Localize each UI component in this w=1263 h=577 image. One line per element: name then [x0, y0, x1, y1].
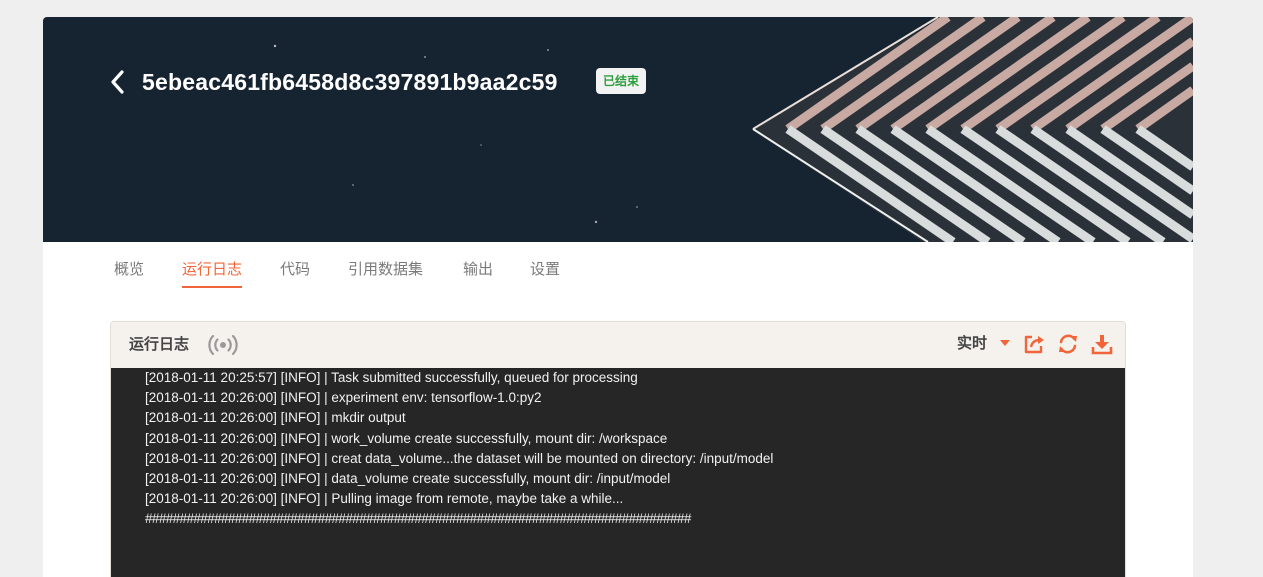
download-icon[interactable] [1091, 333, 1113, 355]
chevron-left-icon [111, 70, 124, 94]
log-panel: 运行日志 实时 [2018-01-11 20:25:57] [INFO] | T… [110, 321, 1126, 577]
experiment-title: 5ebeac461fb6458d8c397891b9aa2c59 [142, 69, 558, 95]
log-line: [2018-01-11 20:26:00] [INFO] | data_volu… [145, 471, 671, 486]
status-badge: 已结束 [596, 68, 647, 94]
share-icon[interactable] [1023, 333, 1045, 355]
tab-bar: 概览 运行日志 代码 引用数据集 输出 设置 [43, 242, 1193, 292]
log-panel-title: 运行日志 [129, 336, 190, 353]
experiment-card: 5ebeac461fb6458d8c397891b9aa2c59 已结束 概览 … [43, 17, 1193, 577]
tab-output[interactable]: 输出 [463, 260, 493, 286]
header-banner: 5ebeac461fb6458d8c397891b9aa2c59 已结束 [43, 17, 1193, 242]
log-line: ########################################… [145, 511, 691, 526]
log-line: [2018-01-11 20:26:00] [INFO] | Pulling i… [145, 491, 624, 506]
log-output[interactable]: [2018-01-11 20:25:57] [INFO] | Task subm… [111, 368, 1125, 577]
log-line: [2018-01-11 20:26:00] [INFO] | experimen… [145, 390, 542, 405]
tab-run-log[interactable]: 运行日志 [182, 260, 243, 288]
log-mode-select[interactable]: 实时 [957, 334, 987, 354]
building-facade [751, 17, 1193, 242]
log-line: [2018-01-11 20:26:00] [INFO] | mkdir out… [145, 410, 406, 425]
caret-down-icon[interactable] [999, 338, 1011, 348]
back-button[interactable] [105, 67, 131, 97]
tab-settings[interactable]: 设置 [530, 260, 560, 286]
banner-background [273, 17, 1193, 242]
log-line: [2018-01-11 20:26:00] [INFO] | work_volu… [145, 431, 668, 446]
log-header: 运行日志 实时 [111, 322, 1125, 368]
broadcast-icon [208, 334, 238, 356]
log-line: [2018-01-11 20:26:00] [INFO] | creat dat… [145, 451, 774, 466]
tab-code[interactable]: 代码 [280, 260, 310, 286]
tab-datasets[interactable]: 引用数据集 [348, 260, 423, 286]
refresh-icon[interactable] [1057, 333, 1079, 355]
log-line: [2018-01-11 20:25:57] [INFO] | Task subm… [145, 370, 638, 385]
tab-overview[interactable]: 概览 [114, 260, 144, 286]
